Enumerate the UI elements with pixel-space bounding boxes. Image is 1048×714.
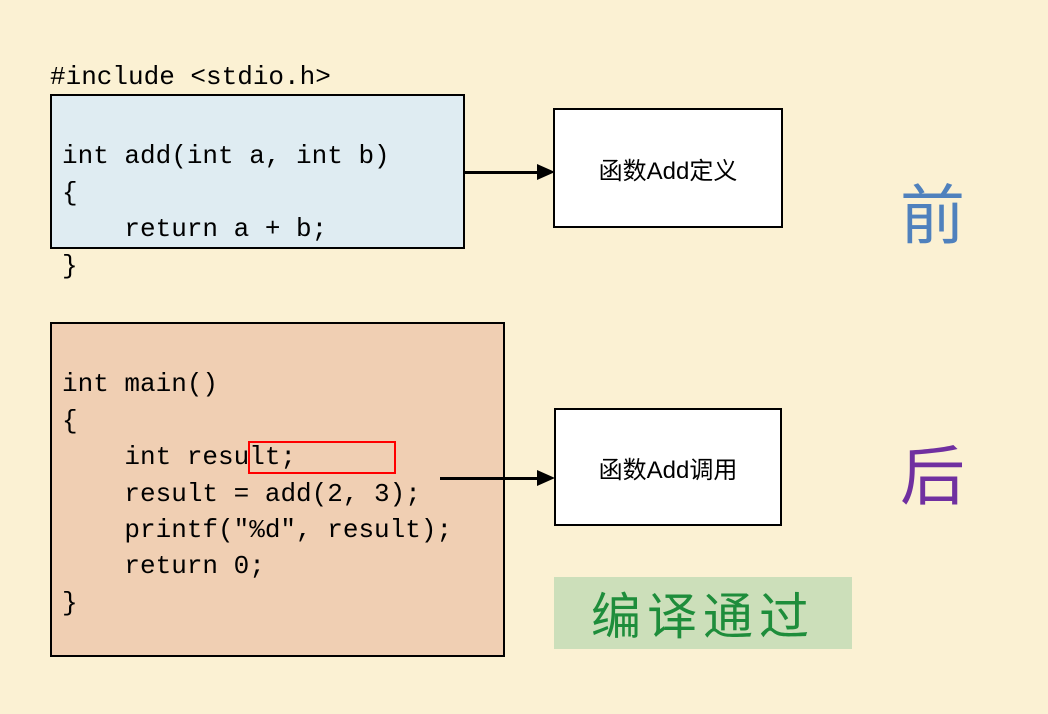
code-line: return 0;: [62, 551, 265, 581]
char-after: 后: [900, 424, 965, 518]
code-line: int result;: [62, 442, 296, 472]
code-box-add-definition: int add(int a, int b) { return a + b; }: [50, 94, 465, 249]
label-add-definition: 函数Add定义: [553, 108, 783, 228]
code-box-main: int main() { int result; result = add(2,…: [50, 322, 505, 657]
label-add-call: 函数Add调用: [554, 408, 782, 526]
arrow-to-call-label: [440, 478, 553, 480]
code-line: printf("%d", result);: [62, 515, 452, 545]
char-before: 前: [900, 163, 965, 257]
include-directive: #include <stdio.h>: [50, 62, 331, 92]
arrow-head-icon: [537, 470, 555, 486]
code-line: {: [62, 178, 78, 208]
code-line: result = add(2, 3);: [62, 479, 421, 509]
code-line: }: [62, 588, 78, 618]
code-text: ;: [405, 479, 421, 509]
arrow-line: [440, 477, 545, 480]
code-line: return a + b;: [62, 214, 327, 244]
code-line: {: [62, 406, 78, 436]
code-highlight-add-call: add(2, 3): [265, 479, 405, 509]
compile-pass-badge: 编译通过: [554, 577, 852, 649]
arrow-to-definition-label: [465, 172, 553, 174]
code-text: result =: [62, 479, 265, 509]
code-line: int add(int a, int b): [62, 141, 390, 171]
code-line: }: [62, 251, 78, 281]
code-line: int main(): [62, 369, 218, 399]
arrow-line: [465, 171, 545, 174]
